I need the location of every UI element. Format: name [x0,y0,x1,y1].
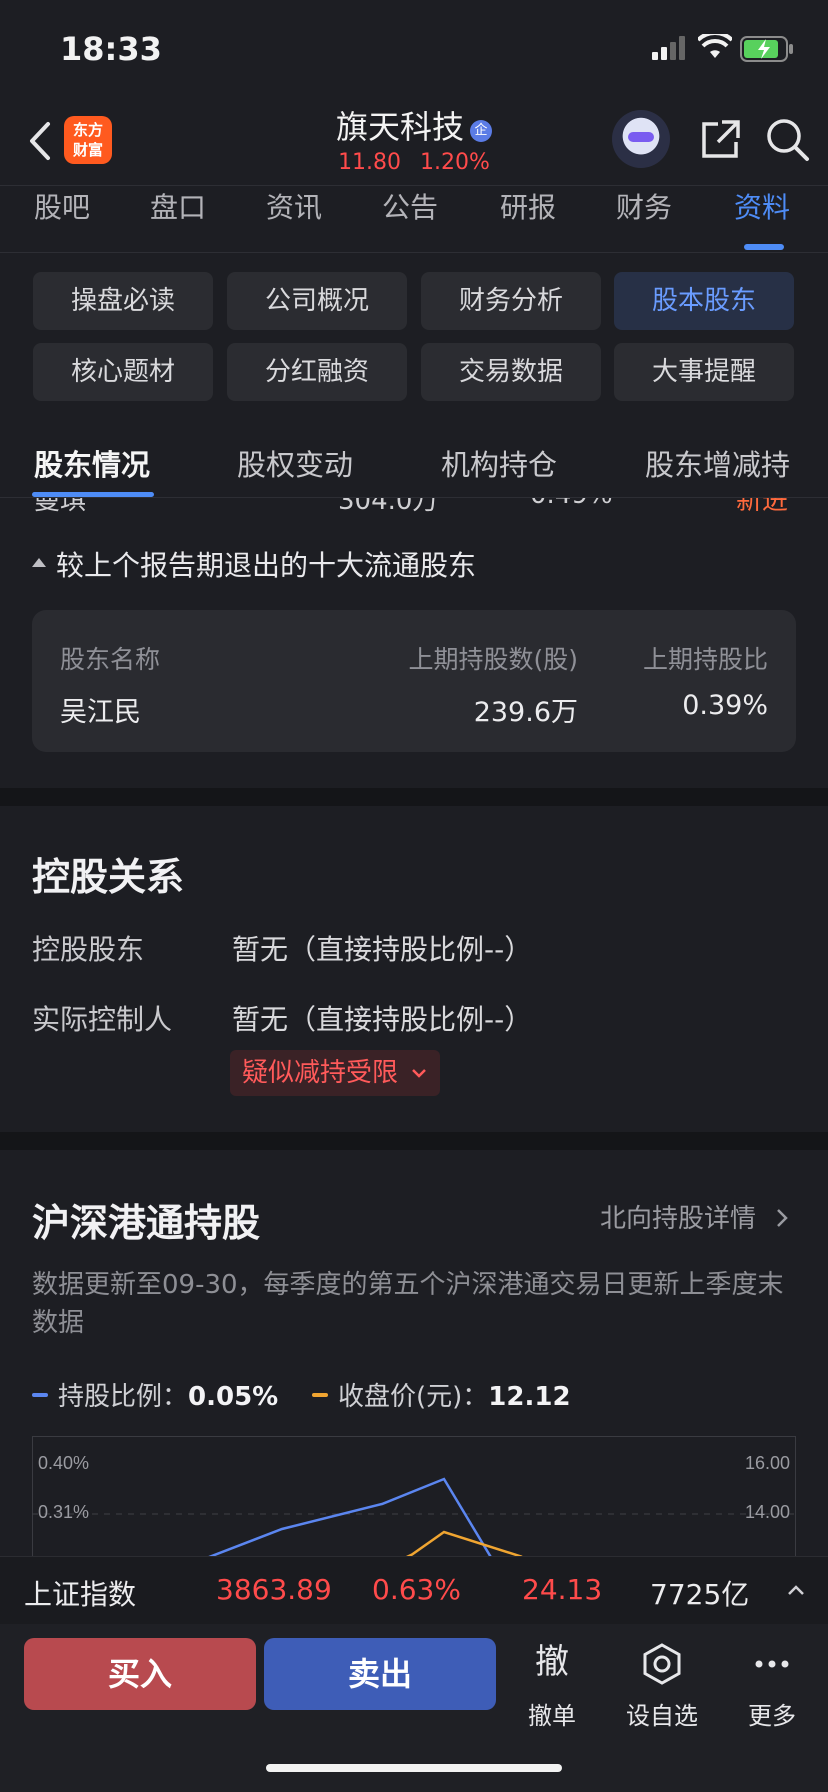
tab-announcements[interactable]: 公告 [382,186,438,226]
index-value: 3863.89 [216,1573,332,1606]
wifi-icon [698,34,732,58]
index-change-pct: 0.63% [372,1573,461,1606]
cellular-signal-icon [652,36,685,60]
reduction-limit-tag[interactable]: 疑似减持受限 [230,1050,441,1096]
index-change: 24.13 [522,1573,603,1606]
y-right-tick-top: 16.00 [745,1453,790,1473]
cancel-order-label: 撤单 [528,1702,576,1730]
table-cell-pct: 0.39% [682,690,768,721]
section-tab-institutions[interactable]: 机构持仓 [441,442,557,484]
tab-research[interactable]: 研报 [500,186,556,226]
sell-button[interactable]: 卖出 [264,1638,496,1710]
clipped-holder-name: 曼琪 [34,498,86,512]
y-right-tick-mid: 14.00 [745,1502,790,1522]
tab-pankou[interactable]: 盘口 [150,186,206,226]
more-dots-icon [722,1640,822,1686]
reduction-limit-label: 疑似减持受限 [242,1058,399,1088]
tab-news[interactable]: 资讯 [266,186,322,226]
clipped-holder-status: 新进 [736,498,788,512]
market-index-bar[interactable]: 上证指数 3863.89 0.63% 24.13 7725亿 [0,1556,828,1624]
robot-visor [628,132,654,142]
watchlist-icon [612,1640,712,1686]
tab-profile[interactable]: 资料 [734,186,790,226]
clipped-holder-shares: 304.0万 [338,498,438,512]
chevron-up-icon[interactable] [786,1583,806,1597]
collapse-arrow-icon[interactable] [32,558,46,567]
hk-connect-title: 沪深港通持股 [32,1201,261,1245]
more-button[interactable]: 更多 [722,1640,822,1731]
sub-button-financial-analysis[interactable]: 财务分析 [421,272,601,330]
series-line-ratio [208,1477,492,1556]
section-tab-equity-change[interactable]: 股权变动 [237,442,353,484]
chevron-right-icon [777,1209,789,1227]
controlling-holder-value: 暂无（直接持股比例--） [232,933,533,966]
home-indicator [266,1764,562,1772]
actual-controller-label: 实际控制人 [32,1003,173,1036]
hk-update-note: 数据更新至09-30，每季度的第五个沪深港通交易日更新上季度末数据 [32,1270,784,1338]
northbound-detail-label: 北向持股详情 [600,1204,757,1234]
tab-finance[interactable]: 财务 [616,186,672,226]
buy-button[interactable]: 买入 [24,1638,256,1710]
stock-change-pct: 1.20% [420,150,490,175]
index-amount: 7725亿 [650,1578,750,1611]
share-icon[interactable] [698,118,742,162]
legend-price-value: 12.12 [488,1382,571,1412]
clipped-holder-pct: 0.49% [530,498,613,510]
sub-button-shareholders[interactable]: 股本股东 [614,272,794,330]
scrolled-table-row: 曼琪 304.0万 0.49% 新进 [0,498,828,512]
legend-price: 收盘价(元)：12.12 [312,1376,571,1413]
northbound-detail-link[interactable]: 北向持股详情 [600,1198,790,1235]
table-header-name: 股东名称 [60,645,161,674]
tab-guba[interactable]: 股吧 [34,186,90,226]
sub-button-events[interactable]: 大事提醒 [614,343,794,401]
sub-button-company-overview[interactable]: 公司概况 [227,272,407,330]
legend-ratio-swatch [32,1393,48,1397]
cancel-order-button[interactable]: 撤 撤单 [502,1640,602,1731]
sub-button-dividends[interactable]: 分红融资 [227,343,407,401]
table-cell-name: 吴江民 [60,697,141,728]
index-name: 上证指数 [24,1578,137,1611]
table-header-shares: 上期持股数(股) [408,645,578,674]
stock-price: 11.80 [338,150,402,175]
legend-ratio: 持股比例：0.05% [32,1376,278,1413]
y-left-tick-mid: 0.31% [38,1502,89,1522]
chart-frame [32,1436,796,1556]
table-header-pct: 上期持股比 [642,645,768,674]
enterprise-badge-icon: 企 [470,120,492,142]
more-label: 更多 [748,1702,796,1730]
actual-controller-value: 暂无（直接持股比例--） [232,1003,533,1036]
control-section-title: 控股关系 [32,855,185,899]
add-watchlist-button[interactable]: 设自选 [612,1640,712,1731]
main-tab-indicator [744,244,784,250]
search-icon[interactable] [764,116,810,162]
section-tab-holders[interactable]: 股东情况 [34,442,150,484]
section-tab-holding-changes[interactable]: 股东增减持 [645,442,790,484]
stock-name: 旗天科技 [335,108,464,146]
hk-holding-chart: 0.40% 0.31% 16.00 14.00 [32,1436,796,1556]
y-left-tick-top: 0.40% [38,1453,89,1473]
cancel-order-icon: 撤 [535,1642,569,1682]
status-time: 18:33 [60,30,162,68]
sub-button-trading-data[interactable]: 交易数据 [421,343,601,401]
section-separator [0,788,828,806]
table-cell-shares: 239.6万 [473,697,578,728]
status-bar: 18:33 [0,0,828,100]
add-watchlist-label: 设自选 [626,1702,698,1730]
legend-price-label: 收盘价(元)： [338,1382,489,1412]
sub-button-trading-guide[interactable]: 操盘必读 [33,272,213,330]
tabs-divider [0,252,828,253]
exit-holders-title[interactable]: 较上个报告期退出的十大流通股东 [56,544,476,584]
main-tab-bar: 股吧 盘口 资讯 公告 研报 财务 资料 [0,186,828,250]
controlling-holder-label: 控股股东 [32,933,145,966]
section-separator [0,1132,828,1150]
sub-button-core-themes[interactable]: 核心题材 [33,343,213,401]
exit-holders-table: 股东名称 上期持股数(股) 上期持股比 吴江民 239.6万 0.39% [32,610,796,752]
legend-ratio-value: 0.05% [188,1382,279,1412]
legend-ratio-label: 持股比例： [58,1382,189,1412]
legend-price-swatch [312,1393,328,1397]
battery-icon [740,36,793,62]
chevron-down-icon [412,1069,427,1078]
